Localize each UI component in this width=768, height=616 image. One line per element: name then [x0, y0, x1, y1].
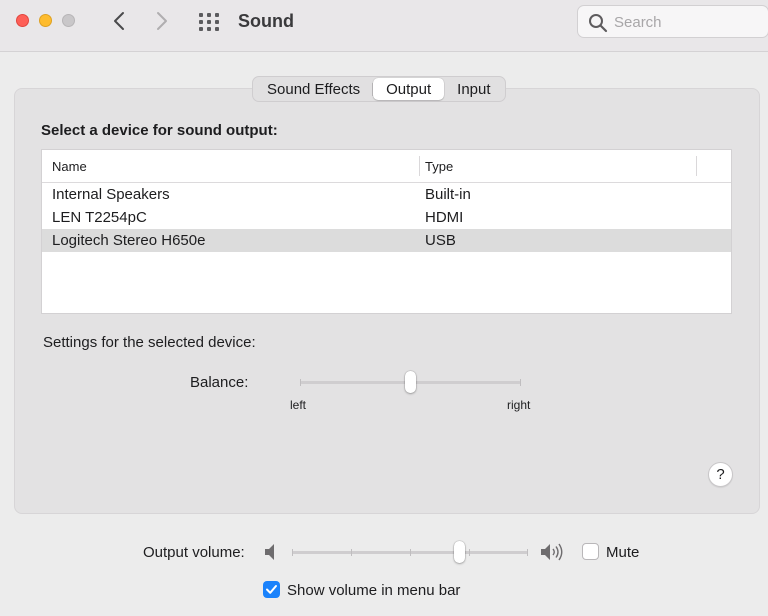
mute-label: Mute: [606, 544, 640, 561]
volume-tick: [410, 549, 411, 556]
tab-input[interactable]: Input: [444, 78, 503, 100]
balance-tick: [300, 379, 301, 386]
volume-tick: [292, 549, 293, 556]
balance-tick: [520, 379, 521, 386]
device-name: LEN T2254pC: [52, 209, 147, 226]
tab-output[interactable]: Output: [373, 78, 445, 100]
device-settings-label: Settings for the selected device:: [43, 334, 256, 351]
chevron-right-icon: [157, 12, 167, 30]
table-row-selected[interactable]: Logitech Stereo H650e USB: [42, 229, 731, 252]
search-field[interactable]: Search: [577, 5, 768, 38]
balance-label: Balance:: [190, 374, 249, 391]
balance-right-label: right: [507, 398, 531, 412]
device-type: HDMI: [425, 209, 464, 226]
table-row[interactable]: Internal Speakers Built-in: [42, 183, 731, 206]
device-table[interactable]: Name Type Internal Speakers Built-in LEN…: [41, 149, 732, 314]
show-volume-checkbox[interactable]: [263, 581, 280, 598]
speaker-high-icon: [541, 543, 563, 561]
tab-sound-effects[interactable]: Sound Effects: [254, 78, 374, 100]
forward-button[interactable]: [151, 9, 173, 33]
speaker-low-icon: [265, 544, 274, 560]
output-device-heading: Select a device for sound output:: [41, 122, 278, 139]
question-mark-icon: ?: [716, 466, 725, 483]
device-type: USB: [425, 232, 456, 249]
column-header-type[interactable]: Type: [425, 159, 453, 174]
back-button[interactable]: [108, 9, 130, 33]
device-type: Built-in: [425, 186, 471, 203]
table-header: Name Type: [42, 150, 731, 183]
show-all-button[interactable]: [198, 11, 222, 31]
title-bar: Sound Search: [0, 0, 768, 52]
search-icon: [589, 14, 608, 33]
column-divider: [696, 156, 697, 176]
device-name: Logitech Stereo H650e: [52, 232, 206, 249]
zoom-button: [62, 14, 75, 27]
output-volume-label: Output volume:: [143, 544, 245, 561]
minimize-button[interactable]: [39, 14, 52, 27]
balance-left-label: left: [290, 398, 307, 412]
chevron-left-icon: [114, 12, 124, 30]
volume-tick: [351, 549, 352, 556]
volume-thumb[interactable]: [454, 541, 466, 563]
volume-tick: [469, 549, 470, 556]
tab-bar: Sound Effects Output Input: [252, 76, 506, 102]
balance-thumb[interactable]: [405, 371, 416, 393]
close-button[interactable]: [16, 14, 29, 27]
mute-checkbox[interactable]: [582, 543, 599, 560]
help-button[interactable]: ?: [708, 462, 733, 487]
column-divider: [419, 156, 420, 176]
table-row[interactable]: LEN T2254pC HDMI: [42, 206, 731, 229]
volume-tick: [527, 549, 528, 556]
checkmark-icon: [266, 585, 277, 594]
show-volume-label: Show volume in menu bar: [287, 582, 461, 599]
column-header-name[interactable]: Name: [52, 159, 87, 174]
window-title: Sound: [238, 11, 294, 31]
search-placeholder: Search: [614, 14, 662, 31]
device-name: Internal Speakers: [52, 186, 170, 203]
